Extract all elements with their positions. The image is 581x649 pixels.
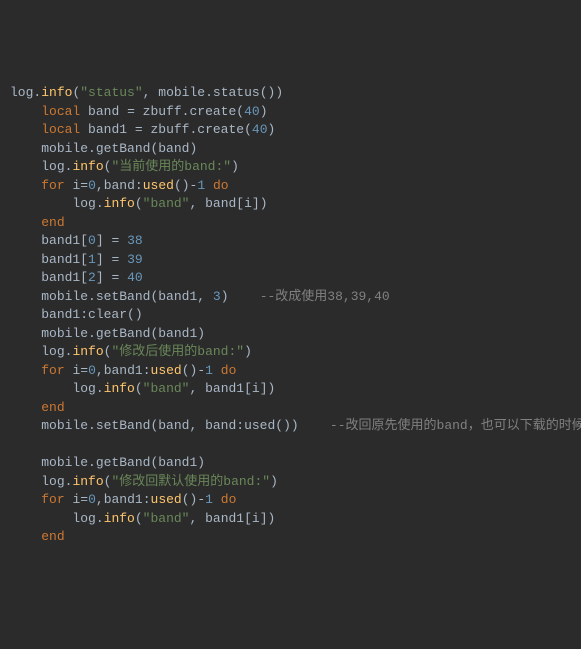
line: for i=0,band1:used()-1 do bbox=[41, 492, 236, 507]
line: band1[0] = 38 bbox=[41, 233, 142, 248]
line: end bbox=[41, 529, 64, 544]
line: mobile.setBand(band1, 3) --改成使用38,39,40 bbox=[41, 289, 390, 304]
line: log.info("band", band[i]) bbox=[72, 196, 267, 211]
line: end bbox=[41, 215, 64, 230]
line: for i=0,band1:used()-1 do bbox=[41, 363, 236, 378]
line: band1[2] = 40 bbox=[41, 270, 142, 285]
line: mobile.getBand(band1) bbox=[41, 326, 205, 341]
line: log.info("修改回默认使用的band:") bbox=[41, 474, 278, 489]
line: log.info("status", mobile.status()) bbox=[10, 85, 283, 100]
line: log.info("band", band1[i]) bbox=[72, 381, 275, 396]
line: mobile.setBand(band, band:used()) --改回原先… bbox=[41, 418, 581, 433]
code-editor[interactable]: log.info("status", mobile.status()) loca… bbox=[10, 84, 571, 547]
line: local band1 = zbuff.create(40) bbox=[41, 122, 275, 137]
line: mobile.getBand(band1) bbox=[41, 455, 205, 470]
line: band1:clear() bbox=[41, 307, 142, 322]
line: end bbox=[41, 400, 64, 415]
line: for i=0,band:used()-1 do bbox=[41, 178, 228, 193]
line: local band = zbuff.create(40) bbox=[41, 104, 267, 119]
line: log.info("当前使用的band:") bbox=[41, 159, 239, 174]
line: mobile.getBand(band) bbox=[41, 141, 197, 156]
line: band1[1] = 39 bbox=[41, 252, 142, 267]
line: log.info("修改后使用的band:") bbox=[41, 344, 252, 359]
